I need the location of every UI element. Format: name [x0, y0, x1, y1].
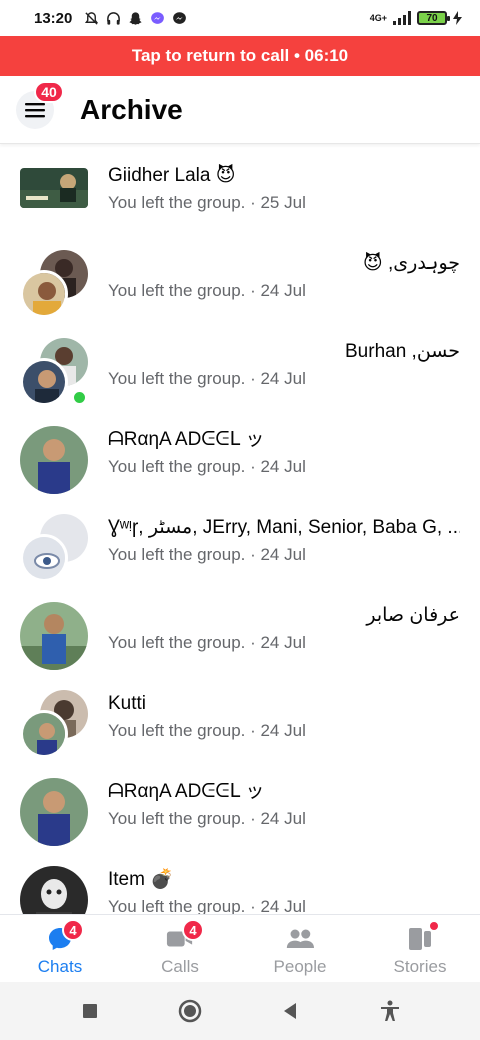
chat-name: ᗩRαηA ADᕮᕮᒪ ッ: [108, 429, 265, 450]
accessibility-button[interactable]: [376, 997, 404, 1025]
snapchat-icon: [129, 11, 142, 25]
system-nav-bar: [0, 982, 480, 1040]
avatar: [20, 866, 88, 914]
avatar-image: [20, 358, 68, 406]
status-bar: 13:20 4G+ 70: [0, 0, 480, 36]
chat-row[interactable]: ᗩRαηA ADᕮᕮᒪ ッ You left the group. · 24 J…: [0, 762, 480, 850]
chat-row[interactable]: Giidher Lala 😈 You left the group. · 25 …: [0, 146, 480, 234]
group-avatar: [20, 690, 88, 758]
chat-name: Item 💣: [108, 869, 174, 890]
chat-name: حسن, Burhan: [345, 341, 460, 362]
stories-notification-dot: [428, 920, 440, 932]
bottom-nav: 4 Chats 4 Calls People Stories: [0, 914, 480, 982]
home-button[interactable]: [176, 997, 204, 1025]
group-avatar: [20, 162, 88, 230]
menu-button[interactable]: 40: [16, 80, 64, 129]
circle-icon: [178, 999, 202, 1023]
recents-button[interactable]: [76, 997, 104, 1025]
avatar-image: [20, 778, 88, 846]
network-type: 4G+: [369, 13, 387, 23]
chat-subtitle: You left the group. · 24 Jul: [108, 369, 306, 388]
page-title: Archive: [80, 93, 183, 125]
bell-off-icon: [85, 11, 99, 25]
chat-row[interactable]: Kutti You left the group. · 24 Jul: [0, 674, 480, 762]
hamburger-icon: [25, 102, 45, 117]
accessibility-icon: [381, 1000, 399, 1021]
messenger-icon: [173, 11, 187, 24]
return-to-call-banner[interactable]: Tap to return to call • 06:10: [0, 36, 480, 76]
stories-icon: [406, 920, 440, 953]
tab-chats[interactable]: 4 Chats: [0, 915, 120, 982]
chat-subtitle: You left the group. · 24 Jul: [108, 545, 306, 564]
header: 40 Archive: [0, 76, 480, 144]
chat-name: چوہدری, 😈: [362, 253, 460, 274]
tab-calls[interactable]: 4 Calls: [120, 915, 240, 982]
avatar: [20, 778, 88, 846]
group-avatar: [20, 338, 88, 406]
avatar-image: [20, 710, 68, 758]
avatar-image: [20, 602, 88, 670]
avatar-image: [20, 534, 68, 582]
avatar-image: [20, 270, 68, 318]
chat-subtitle: You left the group. · 24 Jul: [108, 633, 306, 652]
menu-badge: 40: [34, 80, 64, 103]
tab-stories[interactable]: Stories: [360, 915, 480, 982]
chats-badge: 4: [62, 919, 84, 941]
chat-row[interactable]: Item 💣 You left the group. · 24 Jul: [0, 850, 480, 914]
avatar: [20, 602, 88, 670]
chat-subtitle: You left the group. · 24 Jul: [108, 721, 306, 740]
back-triangle-icon: [284, 1003, 296, 1019]
chat-subtitle: You left the group. · 24 Jul: [108, 281, 306, 300]
signal-icon: [393, 11, 411, 25]
group-avatar: [20, 514, 88, 582]
tab-people[interactable]: People: [240, 915, 360, 982]
group-avatar: [20, 250, 88, 318]
charging-icon: [453, 11, 462, 25]
avatar-image: [20, 866, 88, 914]
status-time: 13:20: [34, 9, 73, 27]
people-icon: [286, 925, 314, 953]
chat-row[interactable]: ᗩRαηA ADᕮᕮᒪ ッ You left the group. · 24 J…: [0, 410, 480, 498]
square-icon: [83, 1004, 97, 1018]
video-camera-icon: 4: [166, 919, 204, 953]
calls-badge: 4: [182, 919, 204, 941]
chat-list: Giidher Lala 😈 You left the group. · 25 …: [0, 146, 480, 914]
chat-name: عرفان صابر: [366, 605, 460, 626]
chat-name: Ɣʷᵎɼ, مسٹر, JErry, Mani, Senior, Baba G,…: [108, 517, 460, 538]
tab-label: Calls: [161, 957, 199, 976]
chat-subtitle: You left the group. · 24 Jul: [108, 809, 306, 828]
chat-subtitle: You left the group. · 24 Jul: [108, 457, 306, 476]
battery-icon: 70: [417, 11, 450, 25]
back-button[interactable]: [276, 997, 304, 1025]
chat-row[interactable]: حسن, Burhan You left the group. · 24 Jul: [0, 322, 480, 410]
tab-label: People: [273, 957, 327, 976]
tab-label: Stories: [393, 957, 447, 976]
avatar: [20, 426, 88, 494]
messenger-icon: [151, 11, 165, 24]
avatar-image: [20, 426, 88, 494]
chat-bubble-icon: 4: [46, 919, 84, 953]
chat-name: Kutti: [108, 693, 147, 714]
headphones-icon: [107, 11, 121, 25]
call-banner-text: Tap to return to call • 06:10: [131, 46, 349, 65]
chat-subtitle: You left the group. · 24 Jul: [108, 897, 306, 914]
chat-name: ᗩRαηA ADᕮᕮᒪ ッ: [108, 781, 265, 802]
chat-row[interactable]: عرفان صابر You left the group. · 24 Jul: [0, 586, 480, 674]
tab-label: Chats: [37, 957, 83, 976]
avatar-image: [20, 168, 88, 208]
chat-name: Giidher Lala 😈: [108, 165, 236, 186]
chat-subtitle: You left the group. · 25 Jul: [108, 193, 306, 212]
chat-row[interactable]: چوہدری, 😈 You left the group. · 24 Jul: [0, 234, 480, 322]
online-status-dot: [71, 389, 88, 406]
chat-row[interactable]: Ɣʷᵎɼ, مسٹر, JErry, Mani, Senior, Baba G,…: [0, 498, 480, 586]
